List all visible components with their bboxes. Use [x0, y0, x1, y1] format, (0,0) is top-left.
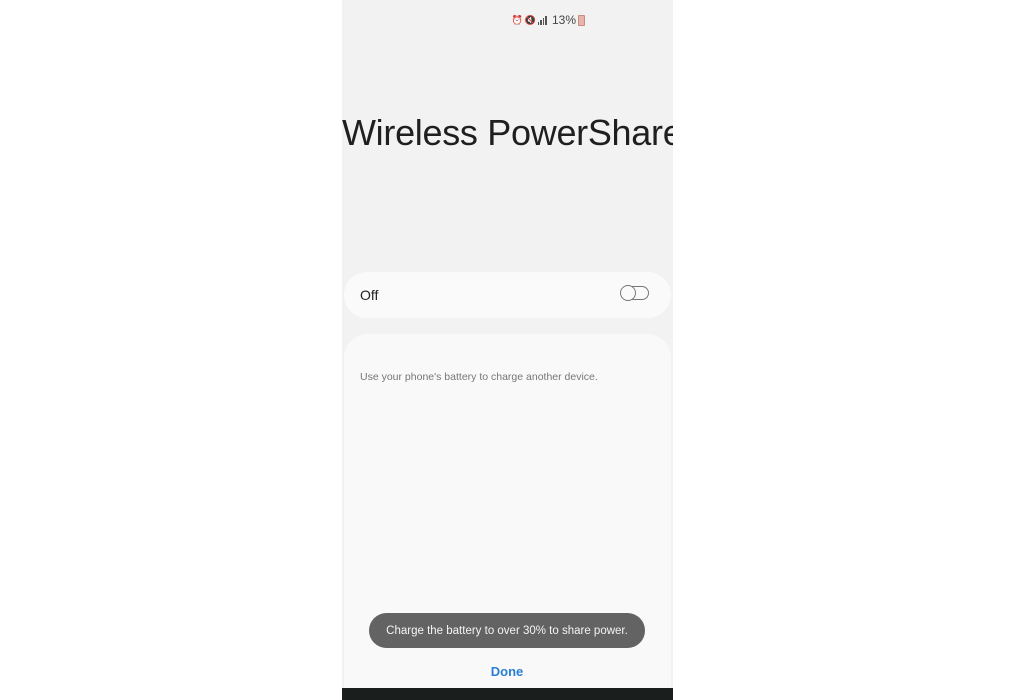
powershare-toggle-row[interactable]: Off [344, 272, 671, 318]
phone-screen: ⏰ 🔇 13% Wireless PowerShare Off Use your… [342, 0, 673, 700]
battery-low-icon [578, 14, 585, 26]
status-bar: ⏰ 🔇 13% [342, 12, 673, 28]
signal-icon [537, 15, 547, 25]
battery-percent: 13% [551, 13, 576, 27]
toggle-switch-knob[interactable] [620, 285, 636, 301]
description-text: Use your phone's battery to charge anoth… [360, 371, 598, 383]
alarm-icon: ⏰ [511, 14, 523, 25]
toast-message: Charge the battery to over 30% to share … [369, 613, 645, 648]
page-title: Wireless PowerShare [342, 112, 673, 153]
device-bottom-edge [342, 688, 673, 700]
toggle-label: Off [360, 287, 379, 303]
mute-icon: 🔇 [524, 14, 536, 25]
done-button[interactable]: Done [462, 660, 552, 682]
